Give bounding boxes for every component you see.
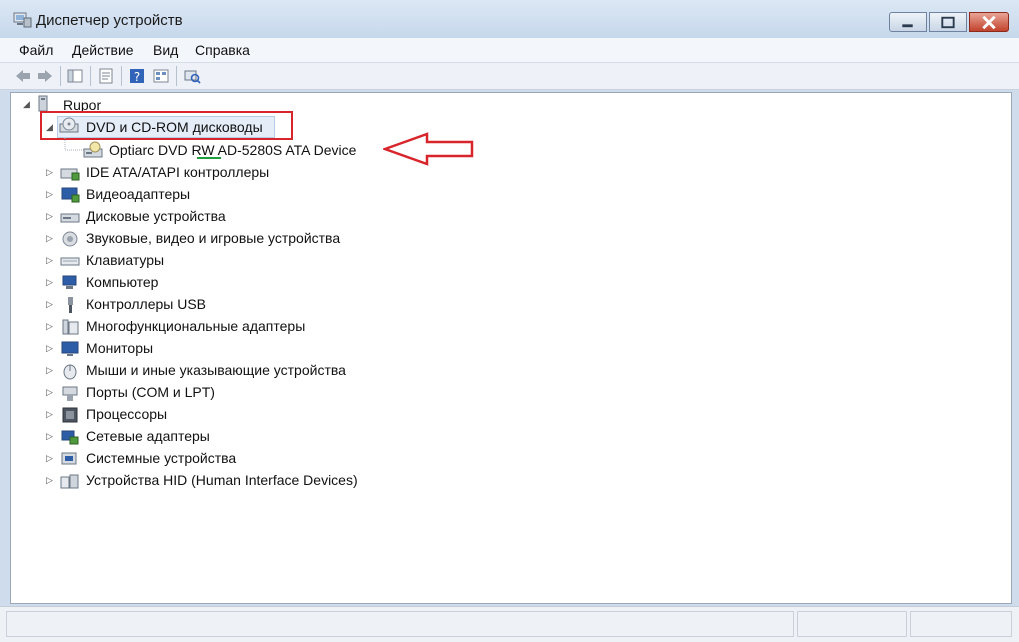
menu-file[interactable]: Файл: [19, 42, 53, 58]
close-button[interactable]: [969, 12, 1009, 32]
tree-category-item[interactable]: Звуковые, видео и игровые устройства: [86, 230, 340, 246]
tree-category-item[interactable]: Мониторы: [86, 340, 153, 356]
maximize-button[interactable]: [929, 12, 967, 32]
close-icon: [982, 15, 996, 30]
ide-controller-icon: [60, 168, 80, 181]
port-icon: [62, 386, 78, 401]
green-underline: [197, 157, 221, 159]
menu-help[interactable]: Справка: [195, 42, 250, 58]
menu-bar: Файл Действие Вид Справка: [0, 38, 1019, 63]
device-manager-icon: [13, 12, 32, 28]
minimize-icon: [902, 24, 913, 28]
tree-category-item[interactable]: Многофункциональные адаптеры: [86, 318, 305, 334]
toolbar: ?: [0, 63, 1019, 90]
window-title: Диспетчер устройств: [36, 12, 183, 29]
status-pane-3: [910, 611, 1012, 637]
menu-view[interactable]: Вид: [153, 42, 178, 58]
status-bar: [0, 606, 1019, 642]
expand-icon[interactable]: ▷: [45, 454, 54, 463]
status-pane-2: [797, 611, 907, 637]
red-arrow-annotation: [383, 132, 474, 166]
keyboard-icon: [60, 257, 80, 266]
tree-category-item[interactable]: IDE ATA/ATAPI контроллеры: [86, 164, 269, 180]
help-icon[interactable]: ?: [128, 67, 146, 85]
expand-icon[interactable]: ▷: [45, 366, 54, 375]
tree-category-item[interactable]: Видеоадаптеры: [86, 186, 190, 202]
expand-icon[interactable]: ▷: [45, 388, 54, 397]
title-bar[interactable]: Диспетчер устройств: [0, 0, 1019, 38]
tree-category-item[interactable]: Клавиатуры: [86, 252, 164, 268]
back-arrow-icon[interactable]: [14, 67, 32, 85]
tree-category-item[interactable]: Порты (COM и LPT): [86, 384, 215, 400]
properties-icon[interactable]: [97, 67, 115, 85]
tree-category-item[interactable]: Устройства HID (Human Interface Devices): [86, 472, 358, 488]
collapse-icon[interactable]: ◢: [22, 100, 31, 109]
menu-action[interactable]: Действие: [72, 42, 134, 58]
status-pane-main: [6, 611, 794, 637]
svg-text:?: ?: [134, 70, 140, 84]
processor-icon: [62, 407, 78, 423]
hid-icon: [60, 474, 79, 489]
expand-icon[interactable]: ▷: [45, 278, 54, 287]
forward-arrow-icon[interactable]: [36, 67, 54, 85]
expand-icon[interactable]: ▷: [45, 476, 54, 485]
expand-icon[interactable]: ▷: [45, 256, 54, 265]
red-highlight-box: [40, 111, 293, 140]
optical-drive-icon: [83, 141, 103, 158]
tree-category-item[interactable]: Процессоры: [86, 406, 167, 422]
expand-icon[interactable]: ▷: [45, 410, 54, 419]
computer-icon: [62, 275, 77, 289]
tree-category-item[interactable]: Сетевые адаптеры: [86, 428, 210, 444]
view-icon[interactable]: [152, 67, 170, 85]
system-device-icon: [61, 452, 77, 465]
expand-icon[interactable]: ▷: [45, 300, 54, 309]
scan-hardware-icon[interactable]: [183, 67, 201, 85]
minimize-button[interactable]: [889, 12, 927, 32]
maximize-icon: [941, 16, 955, 29]
sound-icon: [62, 231, 78, 247]
disk-drive-icon: [60, 213, 80, 223]
network-adapter-icon: [61, 430, 79, 445]
console-tree-icon[interactable]: [66, 67, 84, 85]
device-manager-window: Диспетчер устройств Файл Действие Вид Сп…: [0, 0, 1019, 642]
tree-category-item[interactable]: Мыши и иные указывающие устройства: [86, 362, 346, 378]
tree-device-optiarc[interactable]: Optiarc DVD RW AD-5280S ATA Device: [109, 142, 356, 158]
expand-icon[interactable]: ▷: [45, 168, 54, 177]
monitor-icon: [61, 341, 79, 356]
multifunction-adapter-icon: [62, 319, 79, 335]
expand-icon[interactable]: ▷: [45, 234, 54, 243]
expand-icon[interactable]: ▷: [45, 212, 54, 221]
tree-category-item[interactable]: Дисковые устройства: [86, 208, 226, 224]
usb-icon: [68, 297, 73, 313]
display-adapter-icon: [61, 187, 80, 203]
tree-category-item[interactable]: Компьютер: [86, 274, 158, 290]
expand-icon[interactable]: ▷: [45, 190, 54, 199]
mouse-icon: [63, 364, 77, 380]
tree-category-item[interactable]: Системные устройства: [86, 450, 236, 466]
expand-icon[interactable]: ▷: [45, 432, 54, 441]
expand-icon[interactable]: ▷: [45, 344, 54, 353]
tree-category-item[interactable]: Контроллеры USB: [86, 296, 206, 312]
expand-icon[interactable]: ▷: [45, 322, 54, 331]
